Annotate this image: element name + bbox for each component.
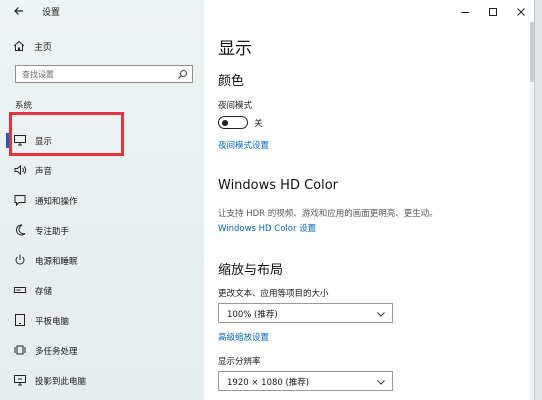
active-indicator (6, 133, 9, 148)
main-panel: 显示 颜色 夜间模式 关 夜间模式设置 Windows HD Color 让支持… (204, 0, 530, 400)
sidebar-item-label: 平板电脑 (35, 317, 70, 327)
sidebar-item-notifications[interactable]: 通知和操作 (0, 187, 204, 213)
hd-color-description: 让支持 HDR 的视频、游戏和应用的画面更明亮、更生动。 (218, 209, 438, 219)
scale-select[interactable]: 100% (推荐) (218, 303, 393, 323)
night-mode-settings-link[interactable]: 夜间模式设置 (218, 139, 269, 151)
close-icon (517, 8, 525, 16)
chevron-down-icon (377, 312, 385, 317)
sidebar-item-label: 通知和操作 (35, 197, 78, 207)
power-icon (15, 254, 25, 265)
multitask-icon (14, 345, 26, 355)
night-mode-toggle[interactable] (218, 116, 248, 129)
resolution-label: 显示分辨率 (218, 357, 261, 367)
back-arrow-icon (14, 7, 23, 15)
background-window-edge (534, 0, 542, 400)
sidebar-item-label: 存储 (35, 287, 53, 297)
hd-color-settings-link[interactable]: Windows HD Color 设置 (218, 222, 316, 234)
notification-icon (14, 195, 26, 207)
monitor-icon (14, 135, 26, 146)
sidebar-item-sound[interactable]: 声音 (0, 157, 204, 183)
speaker-icon (14, 164, 27, 176)
window-controls (204, 0, 530, 22)
sidebar-item-label: 电源和睡眠 (35, 257, 78, 267)
maximize-button[interactable] (486, 4, 500, 18)
section-title: 系统 (15, 101, 33, 111)
sidebar-item-storage[interactable]: 存储 (0, 277, 204, 303)
sidebar-item-home[interactable]: 主页 (12, 37, 192, 55)
night-mode-state: 关 (254, 119, 263, 129)
scale-value: 100% (推荐) (227, 310, 278, 320)
tablet-icon (15, 314, 25, 326)
home-icon (13, 40, 25, 51)
sidebar-item-display[interactable]: 显示 (0, 127, 204, 153)
maximize-icon (489, 8, 497, 16)
sidebar-item-label: 投影到此电脑 (35, 377, 87, 387)
minimize-icon (461, 12, 469, 13)
advanced-scaling-link[interactable]: 高级缩放设置 (218, 331, 269, 343)
projector-icon (14, 375, 26, 386)
sidebar-item-tablet[interactable]: 平板电脑 (0, 307, 204, 333)
night-mode-label: 夜间模式 (218, 101, 253, 111)
sidebar-item-home-label: 主页 (34, 43, 53, 53)
search-box[interactable] (15, 65, 193, 83)
sidebar-item-power[interactable]: 电源和睡眠 (0, 247, 204, 273)
storage-icon (14, 287, 26, 293)
resolution-select[interactable]: 1920 × 1080 (推荐) (218, 371, 393, 391)
page-title: 显示 (218, 39, 252, 59)
sidebar-item-focus-assist[interactable]: 专注助手 (0, 217, 204, 243)
chevron-down-icon (377, 380, 385, 385)
sidebar-item-multitasking[interactable]: 多任务处理 (0, 337, 204, 363)
section-scale-layout: 缩放与布局 (218, 263, 284, 278)
app-title: 设置 (42, 8, 61, 18)
title-bar: 设置 (0, 0, 204, 22)
scale-label: 更改文本、应用等项目的大小 (218, 289, 329, 299)
section-hd-color: Windows HD Color (218, 178, 339, 193)
search-input[interactable] (22, 67, 172, 81)
section-color: 颜色 (218, 74, 245, 89)
sidebar-item-label: 专注助手 (35, 227, 70, 237)
sidebar-item-project[interactable]: 投影到此电脑 (0, 367, 204, 393)
search-icon[interactable] (177, 69, 188, 80)
sidebar-item-label: 显示 (35, 137, 53, 147)
minimize-button[interactable] (458, 4, 472, 18)
moon-icon (16, 224, 26, 236)
sidebar: 设置 主页 系统 显示 声音 通知和操作 (0, 0, 204, 400)
close-button[interactable] (514, 4, 528, 18)
toggle-knob (222, 119, 228, 126)
resolution-value: 1920 × 1080 (推荐) (227, 378, 310, 388)
back-button[interactable] (10, 2, 28, 20)
sidebar-item-label: 声音 (35, 167, 53, 177)
sidebar-item-label: 多任务处理 (35, 347, 78, 357)
